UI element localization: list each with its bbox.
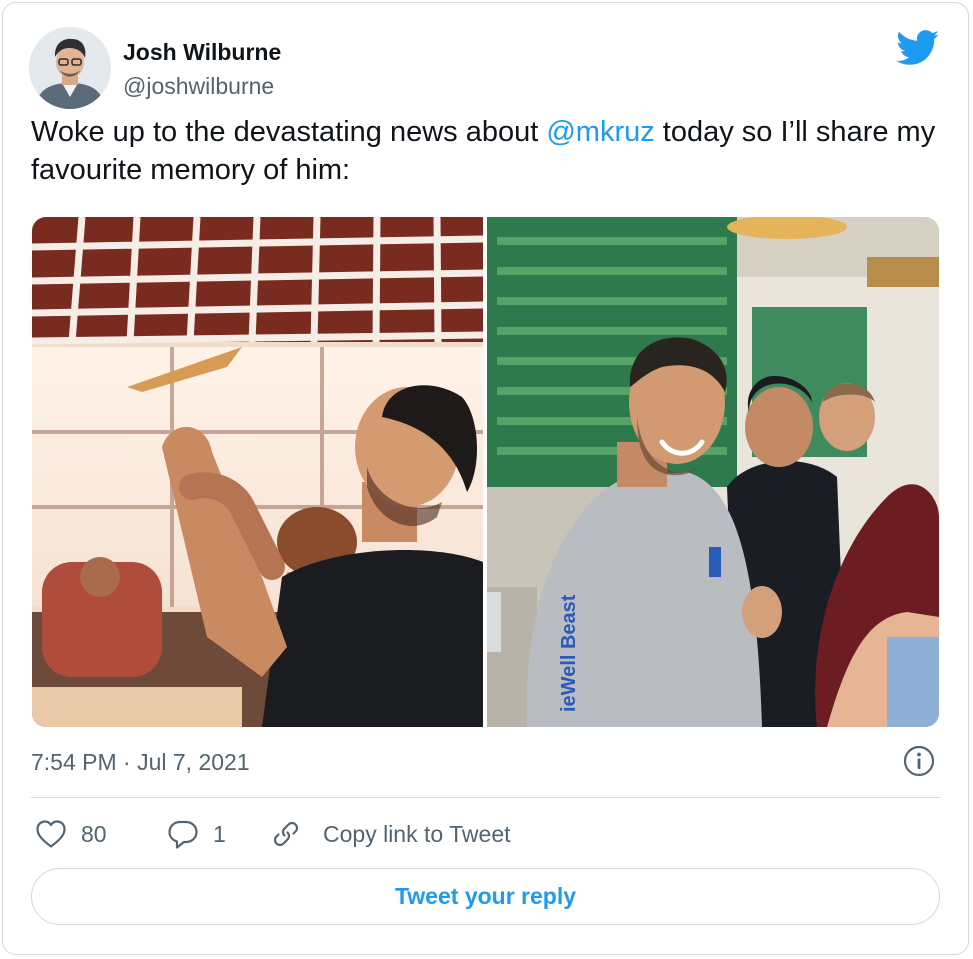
heart-icon (35, 819, 67, 849)
copy-link-label: Copy link to Tweet (323, 820, 511, 847)
photo-right[interactable]: ieWell Beast (487, 217, 939, 727)
tweet-text-start: Woke up to the devastating news about (31, 116, 547, 148)
copy-link-button[interactable]: Copy link to Tweet (271, 816, 511, 852)
divider (31, 797, 940, 798)
link-icon (271, 819, 301, 849)
info-icon[interactable] (903, 745, 935, 777)
photo-left[interactable] (32, 217, 483, 727)
avatar[interactable] (29, 27, 111, 109)
reply-action-button[interactable]: 1 (167, 816, 226, 852)
media-grid: ieWell Beast (32, 217, 939, 727)
tweet-your-reply-button[interactable]: Tweet your reply (31, 868, 940, 925)
avatar-image (29, 27, 111, 109)
author-handle[interactable]: @joshwilburne (123, 72, 274, 100)
speech-bubble-icon (167, 818, 199, 850)
tweet-text: Woke up to the devastating news about @m… (31, 113, 941, 189)
like-count: 80 (81, 820, 107, 847)
sleeve-text: ieWell Beast (558, 594, 580, 712)
twitter-bird-icon[interactable] (896, 30, 940, 66)
mention-link[interactable]: @mkruz (546, 116, 654, 148)
tweet-timestamp[interactable]: 7:54 PM · Jul 7, 2021 (31, 747, 250, 777)
author-name[interactable]: Josh Wilburne (123, 38, 281, 66)
reply-count: 1 (213, 820, 226, 847)
like-button[interactable]: 80 (35, 816, 107, 852)
